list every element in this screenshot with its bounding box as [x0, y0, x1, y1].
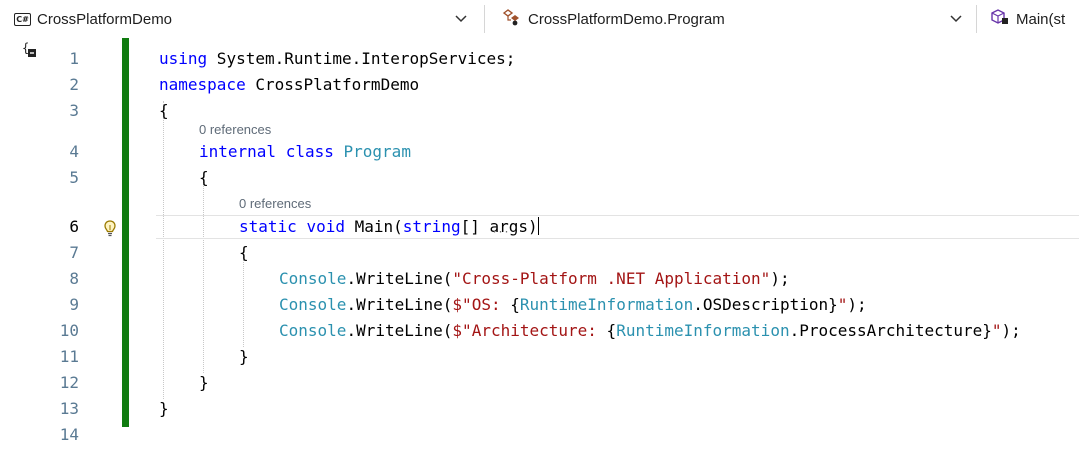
code-line: 12 } [0, 370, 1079, 396]
code-text[interactable]: } [159, 396, 169, 422]
code-text[interactable]: using System.Runtime.InteropServices; [159, 46, 515, 72]
code-text[interactable]: { [199, 165, 209, 191]
code-line: 10 Console.WriteLine($"Architecture: {Ru… [0, 318, 1079, 344]
member-label: Main(st [1016, 10, 1066, 28]
code-text[interactable]: { [159, 98, 169, 124]
code-line: 13 } [0, 396, 1079, 422]
line-number: 5 [69, 168, 79, 187]
member-dropdown[interactable]: Main(st [990, 6, 1079, 32]
chevron-down-icon[interactable] [453, 9, 469, 29]
code-line: 7 { [0, 240, 1079, 266]
line-number: 14 [59, 425, 79, 444]
line-number: 12 [59, 373, 79, 392]
code-line: 3 { [0, 98, 1079, 124]
line-number: 1 [69, 49, 79, 68]
code-text[interactable]: Console.WriteLine($"OS: {RuntimeInformat… [279, 292, 867, 318]
project-dropdown[interactable]: C# CrossPlatformDemo [14, 6, 234, 32]
line-number: 2 [69, 75, 79, 94]
code-line: 1 using System.Runtime.InteropServices; [0, 46, 1079, 72]
class-icon [502, 8, 522, 30]
code-text[interactable]: static void Main(string[] args) [239, 214, 539, 240]
code-line: 2 namespace CrossPlatformDemo [0, 72, 1079, 98]
code-line: 9 Console.WriteLine($"OS: {RuntimeInform… [0, 292, 1079, 318]
type-dropdown[interactable]: CrossPlatformDemo.Program [502, 6, 762, 32]
code-text[interactable]: { [239, 240, 249, 266]
code-line: 4 internal class Program [0, 139, 1079, 165]
line-number: 10 [59, 321, 79, 340]
code-text[interactable]: Console.WriteLine("Cross-Platform .NET A… [279, 266, 790, 292]
line-number: 11 [59, 347, 79, 366]
text-caret [537, 217, 539, 235]
code-line: 14 [0, 422, 1079, 448]
project-label: CrossPlatformDemo [37, 10, 173, 28]
type-label: CrossPlatformDemo.Program [528, 10, 725, 28]
code-line: 8 Console.WriteLine("Cross-Platform .NET… [0, 266, 1079, 292]
codelens-references[interactable]: 0 references [199, 122, 271, 138]
nav-separator [976, 5, 977, 33]
code-text[interactable]: } [239, 344, 249, 370]
code-line: 5 { [0, 165, 1079, 191]
code-text[interactable]: Console.WriteLine($"Architecture: {Runti… [279, 318, 1021, 344]
code-text[interactable]: } [199, 370, 209, 396]
line-number: 7 [69, 243, 79, 262]
line-number: 9 [69, 295, 79, 314]
code-line-current: 6 static void Main(string[] args) [0, 214, 1079, 240]
method-icon [990, 8, 1010, 30]
code-text[interactable]: internal class Program [199, 139, 411, 165]
code-editor[interactable]: { 1 using System.Runtime.InteropServices… [0, 38, 1079, 462]
line-number: 8 [69, 269, 79, 288]
code-text[interactable]: namespace CrossPlatformDemo [159, 72, 419, 98]
code-line: 11 } [0, 344, 1079, 370]
chevron-down-icon[interactable] [948, 9, 964, 29]
navigation-bar: C# CrossPlatformDemo CrossPlatformDemo.P… [0, 0, 1079, 38]
codelens-references[interactable]: 0 references [239, 196, 311, 212]
line-number: 13 [59, 399, 79, 418]
csharp-project-icon: C# [14, 12, 31, 26]
line-number: 4 [69, 142, 79, 161]
nav-separator [484, 5, 485, 33]
line-number: 3 [69, 101, 79, 120]
line-number: 6 [69, 217, 79, 236]
